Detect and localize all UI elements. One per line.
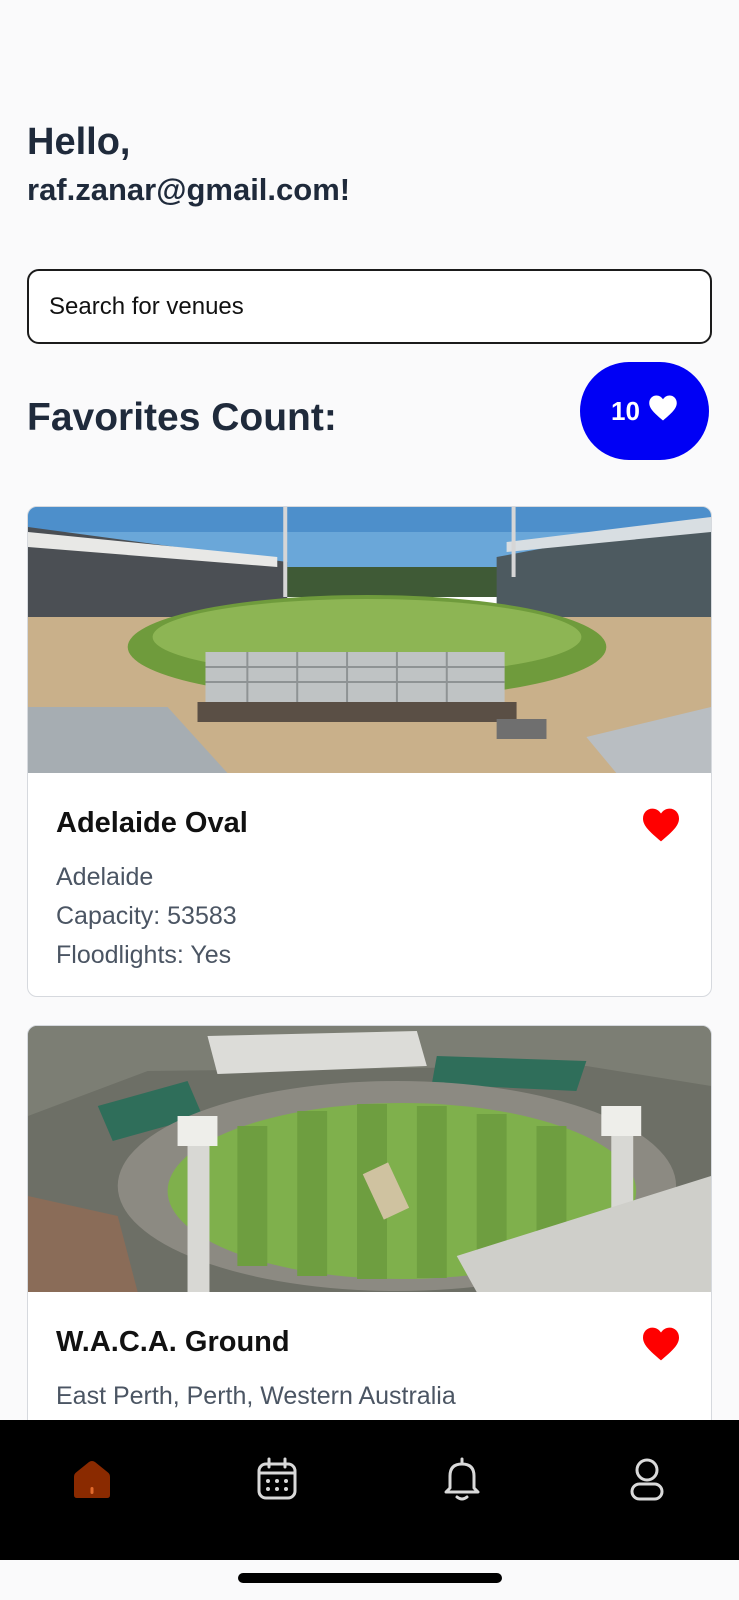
home-icon [74, 1461, 110, 1498]
tab-calendar[interactable] [253, 1455, 301, 1503]
favorites-count-badge[interactable]: 10 [580, 362, 709, 460]
venue-image [28, 1026, 711, 1292]
greeting-hello: Hello, [27, 121, 131, 163]
greeting-email: raf.zanar@gmail.com! [27, 172, 351, 207]
venue-capacity: Capacity: 53583 [56, 902, 237, 930]
venue-card-body: W.A.C.A. Ground East Perth, Perth, Weste… [28, 1292, 711, 1416]
app-screen: Hello, raf.zanar@gmail.com! Favorites Co… [0, 0, 739, 1600]
favorites-count-label: Favorites Count: [27, 396, 337, 439]
venue-name: W.A.C.A. Ground [56, 1326, 290, 1358]
search-input[interactable] [27, 269, 712, 344]
user-icon [630, 1458, 664, 1501]
venue-card[interactable]: Adelaide Oval Adelaide Capacity: 53583 F… [27, 506, 712, 997]
favorites-count-value: 10 [611, 395, 640, 426]
favorite-heart-icon[interactable] [641, 807, 681, 843]
venue-name: Adelaide Oval [56, 807, 248, 839]
home-indicator [238, 1573, 502, 1583]
venue-location: East Perth, Perth, Western Australia [56, 1382, 456, 1410]
venue-location: Adelaide [56, 863, 154, 891]
tab-profile[interactable] [623, 1455, 671, 1503]
bell-icon [444, 1457, 480, 1501]
calendar-icon [257, 1457, 297, 1500]
venue-image [28, 507, 711, 773]
tab-notifications[interactable] [438, 1455, 486, 1503]
greeting: Hello, raf.zanar@gmail.com! [27, 118, 350, 212]
venue-floodlights: Floodlights: Yes [56, 941, 232, 969]
venue-card-body: Adelaide Oval Adelaide Capacity: 53583 F… [28, 773, 711, 975]
venue-card[interactable]: W.A.C.A. Ground East Perth, Perth, Weste… [27, 1025, 712, 1455]
tab-home[interactable] [68, 1455, 116, 1503]
heart-icon [649, 395, 677, 421]
favorite-heart-icon[interactable] [641, 1326, 681, 1362]
